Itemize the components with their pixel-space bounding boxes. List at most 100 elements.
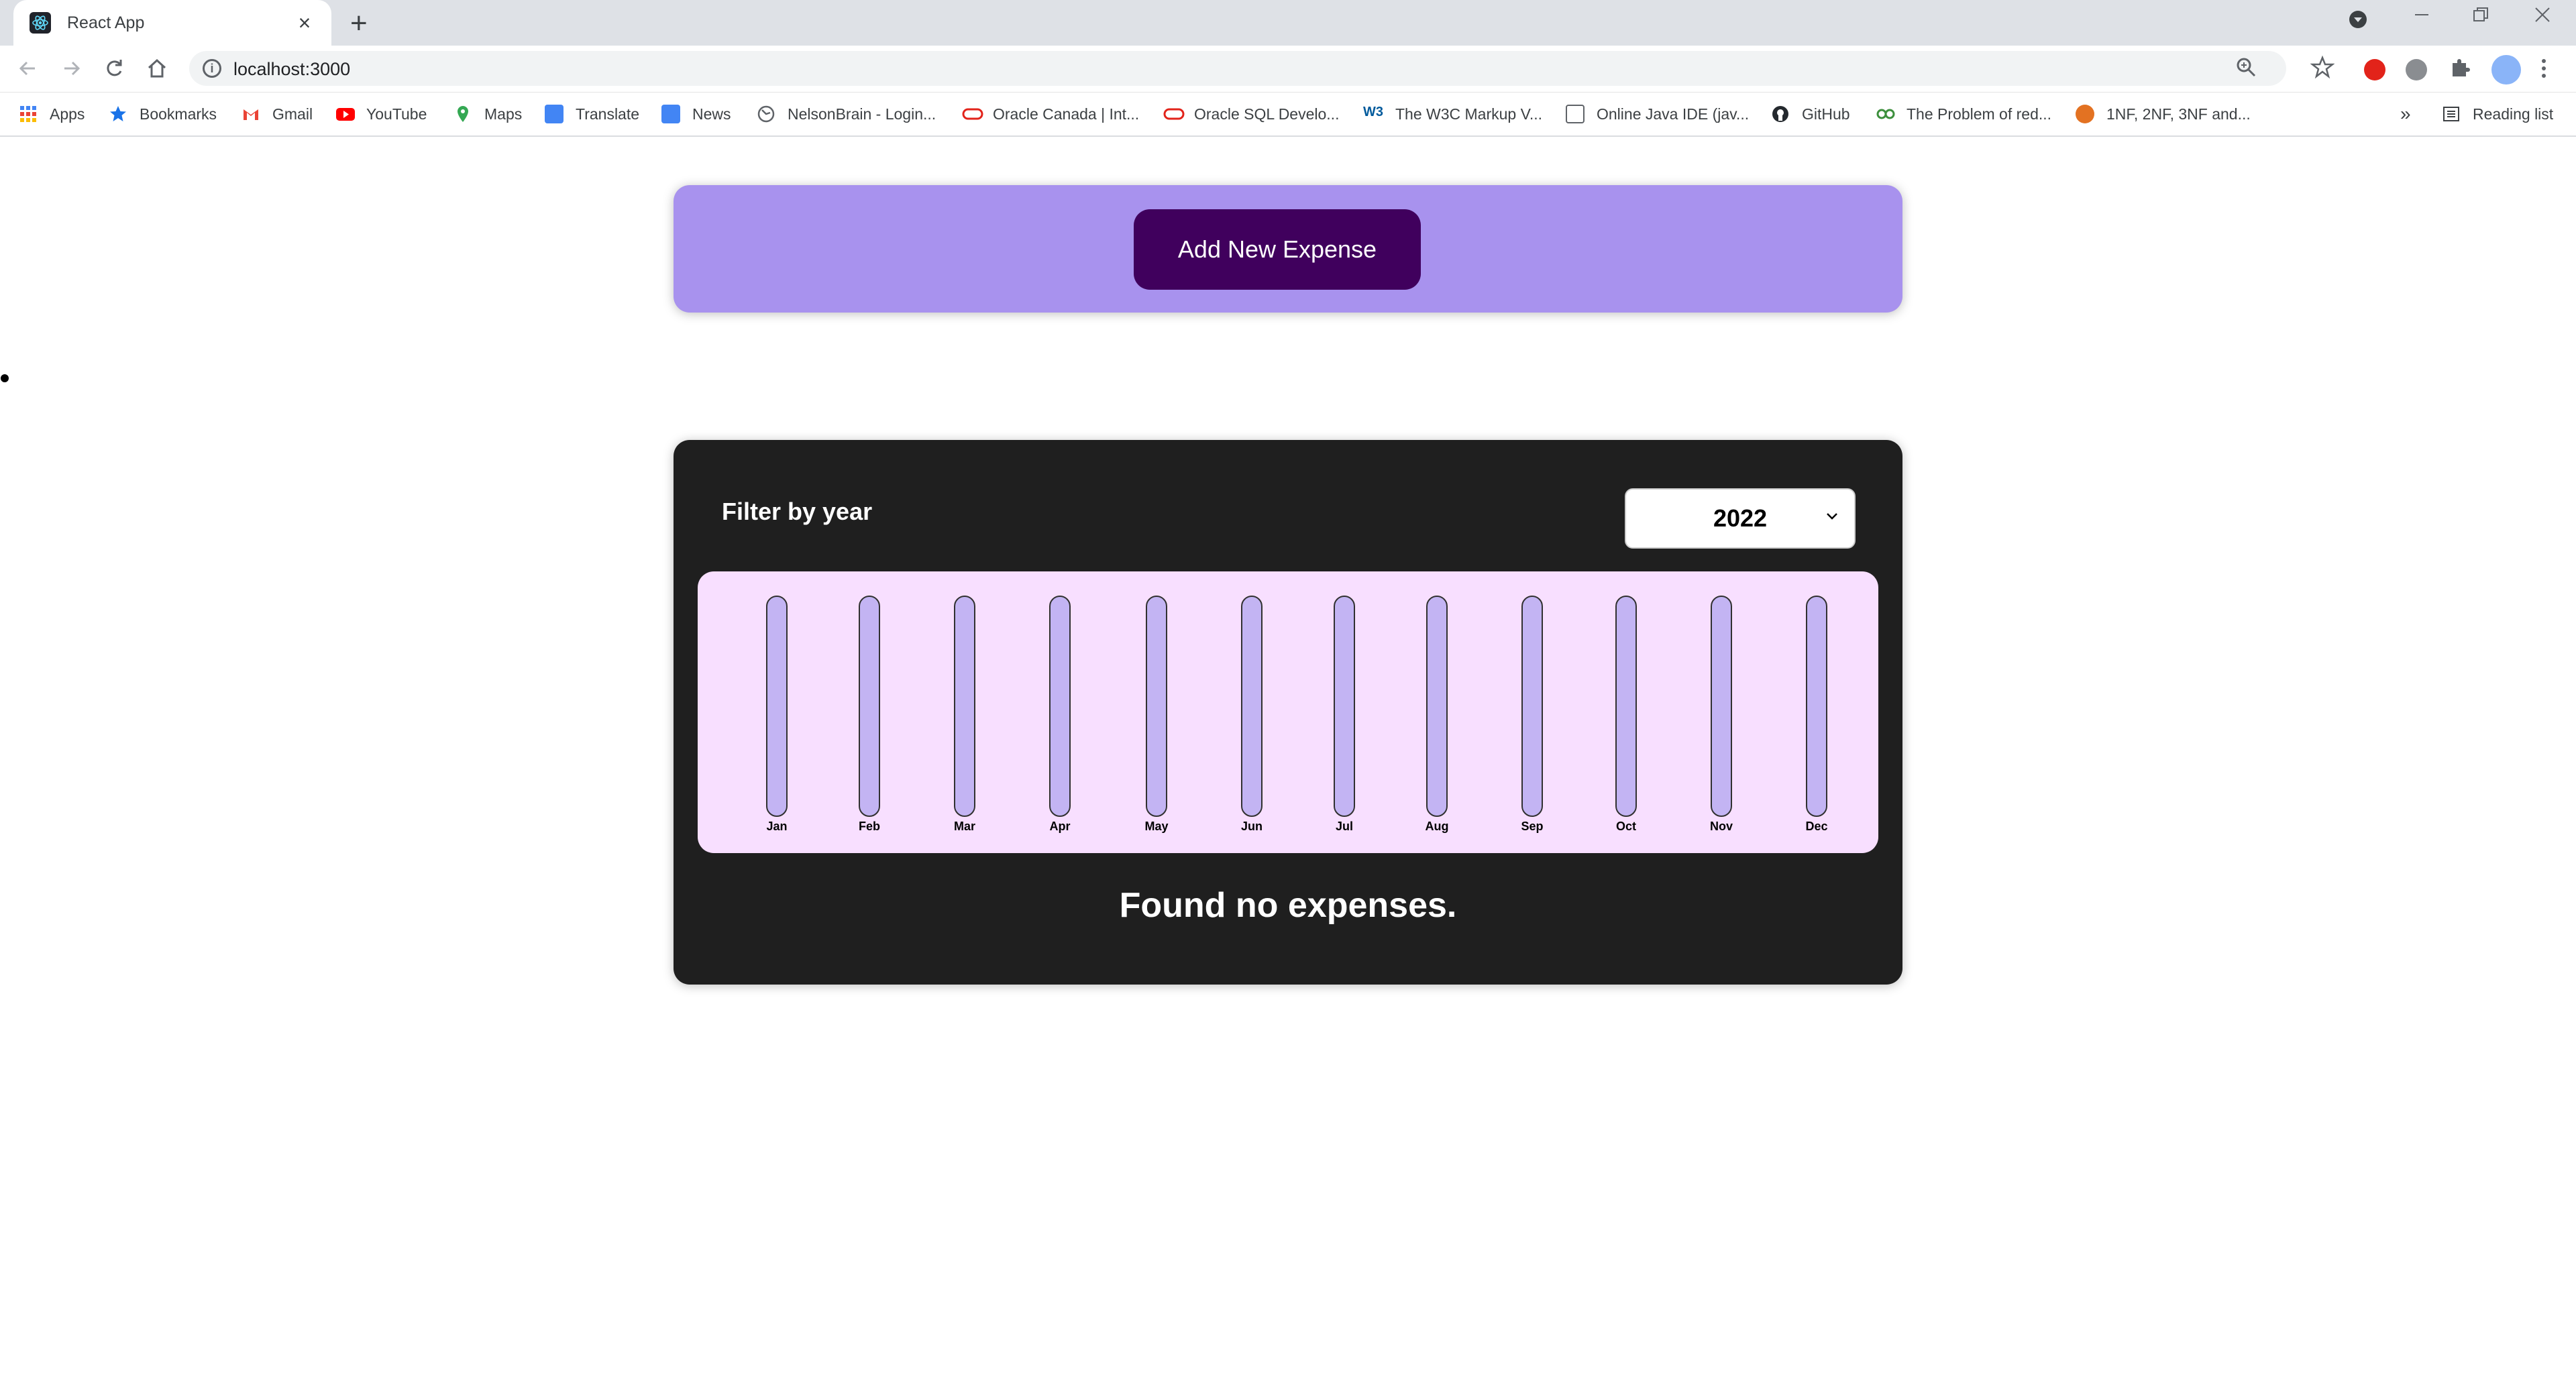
java-icon (1566, 105, 1585, 123)
site-info-icon[interactable]: i (203, 59, 221, 78)
tab-title: React App (67, 13, 145, 32)
oracle-icon (962, 105, 983, 123)
bookmark-label: Bookmarks (140, 105, 217, 123)
bookmark-w3c[interactable]: W3 The W3C Markup V... (1363, 102, 1542, 126)
chart-month-label: Jan (766, 820, 788, 833)
bookmark-oracle-canada[interactable]: Oracle Canada | Int... (962, 102, 1139, 126)
chart-bar-dec (1806, 596, 1827, 817)
reading-list-button[interactable]: Reading list (2442, 102, 2553, 126)
site-icon (1876, 105, 1895, 123)
empty-expenses-message: Found no expenses. (1119, 886, 1457, 925)
more-menu-icon[interactable] (2540, 56, 2548, 87)
bookmark-nelsonbrain[interactable]: NelsonBrain - Login... (757, 102, 936, 126)
browser-tab-strip: React App × + (0, 0, 2576, 46)
new-tab-button[interactable]: + (350, 7, 368, 40)
bookmark-label: GitHub (1802, 105, 1850, 123)
profile-avatar[interactable] (2491, 55, 2521, 85)
bookmark-label: Oracle Canada | Int... (993, 105, 1140, 123)
chart-bar-may (1146, 596, 1167, 817)
chevron-down-icon (1825, 507, 1839, 528)
translate-icon (545, 105, 564, 123)
browser-toolbar: i localhost:3000 (0, 46, 2576, 93)
extension-shield-icon[interactable] (2364, 59, 2385, 80)
chart-month-label: May (1144, 820, 1169, 833)
expenses-card: Filter by year 2022 Jan Feb Mar Apr May Jun Ju… (674, 440, 1902, 985)
new-expense-panel: Add New Expense (674, 185, 1902, 313)
chart-month-label: Mar (953, 820, 975, 833)
bookmark-oracle-sql[interactable]: Oracle SQL Develo... (1163, 102, 1339, 126)
list-bullet (1, 374, 9, 382)
news-icon (661, 105, 680, 123)
reload-icon[interactable] (102, 56, 126, 87)
bookmark-online-java[interactable]: Online Java IDE (jav... (1566, 102, 1749, 126)
add-new-expense-button[interactable]: Add New Expense (1134, 209, 1421, 290)
bookmarks-overflow-button[interactable]: » (2400, 102, 2411, 126)
chart-bar-aug (1426, 596, 1448, 817)
bookmark-label: Online Java IDE (jav... (1597, 105, 1750, 123)
bookmark-translate[interactable]: Translate (545, 102, 639, 126)
bookmark-problem-of-red[interactable]: The Problem of red... (1876, 102, 2051, 126)
browser-tab[interactable]: React App × (13, 0, 331, 46)
extension-help-icon[interactable] (2406, 59, 2427, 80)
bookmark-apps[interactable]: Apps (19, 102, 85, 126)
chart-bar-sep (1521, 596, 1543, 817)
globe-icon (757, 105, 775, 123)
chart-month-label: Jul (1335, 820, 1353, 833)
bookmark-youtube[interactable]: YouTube (335, 102, 427, 126)
reading-list-icon (2442, 105, 2461, 123)
address-url[interactable]: localhost:3000 (233, 59, 350, 80)
chart-month-label: Nov (1709, 820, 1733, 833)
chart-month-label: Apr (1049, 820, 1071, 833)
chart-month-label: Feb (858, 820, 880, 833)
close-window-icon[interactable] (2533, 5, 2552, 30)
bookmark-normal-forms[interactable]: 1NF, 2NF, 3NF and... (2076, 102, 2251, 126)
reading-list-label: Reading list (2473, 105, 2554, 123)
youtube-icon (335, 105, 355, 123)
bookmark-gmail[interactable]: Gmail (241, 102, 313, 126)
w3c-icon: W3 (1363, 105, 1383, 119)
chart-bar-feb (859, 596, 880, 817)
bookmark-label: Oracle SQL Develo... (1194, 105, 1340, 123)
zoom-icon[interactable] (2235, 56, 2257, 83)
apps-grid-icon (19, 105, 38, 123)
bookmark-github[interactable]: GitHub (1771, 102, 1850, 126)
filter-label: Filter by year (722, 498, 873, 525)
bookmark-maps[interactable]: Maps (453, 102, 522, 126)
bookmark-news[interactable]: News (661, 102, 731, 126)
chart-bar-mar (954, 596, 975, 817)
profile-dropdown-icon[interactable] (2348, 9, 2368, 35)
forward-arrow-icon[interactable] (59, 56, 83, 87)
react-logo-icon (30, 12, 51, 34)
back-arrow-icon[interactable] (16, 56, 40, 87)
chart-bar-jan (766, 596, 788, 817)
bookmark-label: News (692, 105, 731, 123)
restore-icon[interactable] (2471, 5, 2490, 30)
address-bar[interactable]: i localhost:3000 (189, 51, 2286, 86)
chart-bar-jul (1334, 596, 1355, 817)
chart-month-label: Jun (1240, 820, 1263, 833)
bookmark-label: YouTube (366, 105, 427, 123)
bookmark-label: Maps (484, 105, 523, 123)
year-filter-select[interactable]: 2022 (1625, 488, 1856, 549)
chart-month-label: Oct (1615, 820, 1636, 833)
extensions-puzzle-icon[interactable] (2449, 56, 2471, 85)
bookmarks-bar: Apps Bookmarks Gmail YouTube Maps Transl… (0, 93, 2576, 137)
tab-close-icon[interactable]: × (294, 11, 315, 36)
minimize-icon[interactable] (2412, 5, 2431, 30)
bookmark-star-icon[interactable] (2310, 55, 2335, 85)
bookmark-label: Gmail (272, 105, 313, 123)
bookmark-bookmarks[interactable]: Bookmarks (109, 102, 217, 126)
bookmark-label: The W3C Markup V... (1395, 105, 1543, 123)
maps-pin-icon (453, 105, 472, 123)
site-icon (2076, 105, 2094, 123)
gmail-icon (241, 105, 260, 123)
selected-year: 2022 (1713, 504, 1768, 532)
chart-bar-oct (1615, 596, 1637, 817)
home-icon[interactable] (145, 56, 169, 87)
bookmark-label: Apps (50, 105, 85, 123)
bookmark-label: Translate (576, 105, 640, 123)
chart-month-label: Sep (1521, 820, 1544, 833)
chart-bar-jun (1241, 596, 1263, 817)
github-icon (1771, 105, 1790, 123)
bookmark-label: NelsonBrain - Login... (788, 105, 936, 123)
